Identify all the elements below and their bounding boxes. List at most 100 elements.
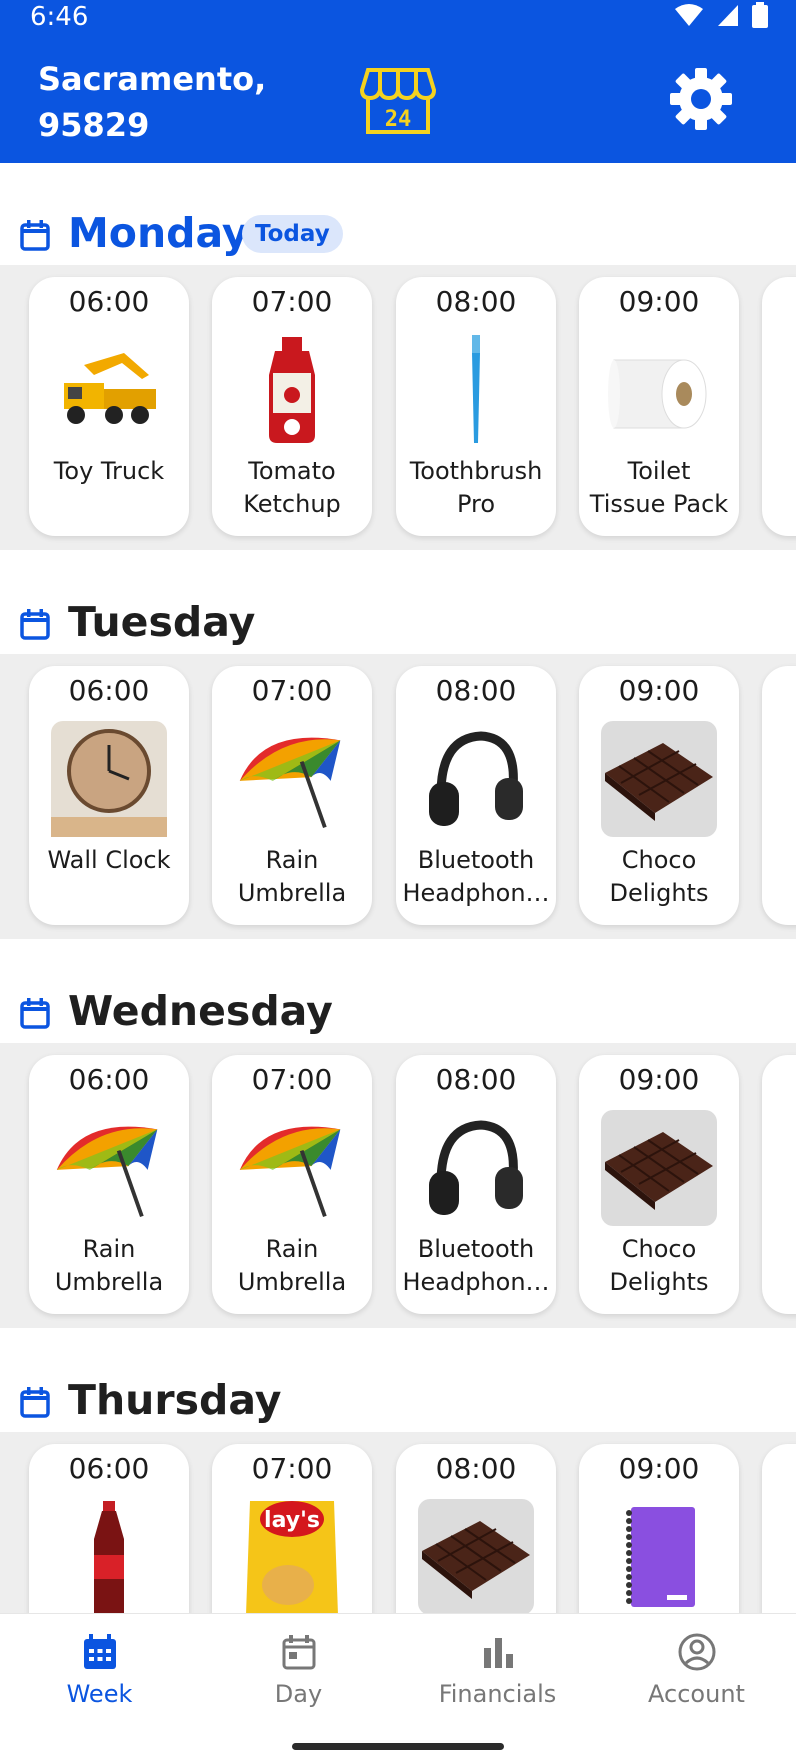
card-time: 08:00 (435, 1063, 517, 1096)
card-name-line2: Delights (609, 879, 709, 907)
day-title: Thursday (68, 1376, 282, 1424)
card-name-line1: Choco (621, 846, 697, 874)
calendar-icon (20, 608, 50, 644)
card-product-name: Wall Clock (35, 844, 183, 877)
card-name-line1: Choco (621, 1235, 697, 1263)
product-carousel-monday[interactable]: 06:00 Toy Truck 07:00 Tomato Ketchup 08:00 Too… (0, 265, 796, 550)
product-card[interactable]: 07:00 Rain Umbrella (212, 666, 372, 925)
store-24-icon[interactable]: 24 (359, 66, 437, 140)
calendar-icon (20, 997, 50, 1033)
product-card[interactable]: 08:00 (396, 1444, 556, 1613)
card-name-line1: Tomato (248, 457, 336, 485)
chocolate-bar-icon (601, 721, 717, 837)
card-product-name: Tomato Ketchup (218, 455, 366, 521)
product-card[interactable]: 06:00 Toy Truck (29, 277, 189, 536)
product-card[interactable]: 07:00 Rain Umbrella (212, 1055, 372, 1314)
card-name-line2: Delights (609, 1268, 709, 1296)
product-card[interactable]: 09:00 Choco Delights (579, 666, 739, 925)
card-time: 07:00 (251, 1063, 333, 1096)
day-header-thursday: Thursday (0, 1374, 796, 1434)
card-name-line1: Bluetooth (417, 1235, 535, 1263)
product-card[interactable]: 08:00 Bluetooth Headphon… (396, 1055, 556, 1314)
headphones-icon (418, 721, 534, 837)
card-name-line1: Toothbrush (409, 457, 543, 485)
nav-week[interactable]: Week (0, 1632, 199, 1708)
product-card[interactable]: 06:00 Rain Umbrella (29, 1055, 189, 1314)
card-time: 08:00 (435, 1452, 517, 1485)
card-product-name: Choco Delights (585, 1233, 733, 1299)
card-product-name: Bluetooth Headphon… (402, 844, 550, 910)
card-name-line2: Umbrella (237, 1268, 347, 1296)
card-name-line2: Pro (456, 490, 496, 518)
card-name-line2: Headphon… (402, 1268, 550, 1296)
card-time: 06:00 (68, 1452, 150, 1485)
card-product-name: Rain Umbrella (218, 844, 366, 910)
card-product-name: Toy Truck (35, 455, 183, 488)
card-time: 09:00 (618, 1063, 700, 1096)
product-carousel-wednesday[interactable]: 06:00 Rain Umbrella 07:00 Rain Umbrella 08:00 B… (0, 1043, 796, 1328)
app-header: 6:46 Sacramento, 95829 24 (0, 0, 796, 163)
product-card[interactable]: 06:00 Wall Clock (29, 666, 189, 925)
status-icons (674, 2, 768, 28)
product-card-partial[interactable] (762, 1444, 796, 1613)
product-card[interactable]: 08:00 Bluetooth Headphon… (396, 666, 556, 925)
calendar-icon (20, 1386, 50, 1422)
card-time: 06:00 (68, 285, 150, 318)
nav-day[interactable]: Day (199, 1632, 398, 1708)
card-name-line1: Toy Truck (53, 457, 165, 485)
product-card-partial[interactable] (762, 666, 796, 925)
week-list[interactable]: Monday Today 06:00 Toy Truck 07:00 Tomato Ketc… (0, 163, 796, 1613)
card-time: 08:00 (435, 674, 517, 707)
nav-account[interactable]: Account (597, 1632, 796, 1708)
product-card[interactable]: 09:00 Choco Delights (579, 1055, 739, 1314)
nav-day-label: Day (274, 1680, 323, 1708)
calendar-icon (20, 219, 50, 255)
day-title: Wednesday (68, 987, 333, 1035)
card-time: 06:00 (68, 1063, 150, 1096)
settings-button[interactable] (668, 66, 734, 136)
umbrella-icon (51, 1110, 167, 1226)
account-circle-icon (678, 1633, 715, 1671)
card-name-line1: Toilet (627, 457, 691, 485)
nav-financials[interactable]: Financials (398, 1632, 597, 1708)
gesture-home-bar[interactable] (292, 1743, 504, 1750)
toilet-paper-icon (601, 332, 717, 448)
product-card[interactable]: 09:00 (579, 1444, 739, 1613)
card-name-line2: Tissue Pack (589, 490, 729, 518)
product-card[interactable]: 07:00 lay's (212, 1444, 372, 1613)
product-card[interactable]: 08:00 Toothbrush Pro (396, 277, 556, 536)
product-card-partial[interactable] (762, 277, 796, 536)
card-name-line1: Wall Clock (47, 846, 171, 874)
card-name-line2: Headphon… (402, 879, 550, 907)
location-city: Sacramento, (38, 60, 267, 98)
card-product-name: Toilet Tissue Pack (585, 455, 733, 521)
product-card-partial[interactable] (762, 1055, 796, 1314)
location-label[interactable]: Sacramento, 95829 (38, 56, 266, 148)
today-badge: Today (242, 215, 343, 253)
chips-bag-icon: lay's (234, 1499, 350, 1613)
card-time: 06:00 (68, 674, 150, 707)
card-product-name: Choco Delights (585, 844, 733, 910)
product-card[interactable]: 07:00 Tomato Ketchup (212, 277, 372, 536)
ketchup-bottle-icon (234, 332, 350, 448)
day-header-tuesday: Tuesday (0, 596, 796, 656)
bar-chart-icon (483, 1638, 513, 1668)
card-name-line2: Ketchup (243, 490, 341, 518)
toothbrush-icon (418, 332, 534, 448)
product-card[interactable]: 09:00 Toilet Tissue Pack (579, 277, 739, 536)
product-carousel-thursday[interactable]: 06:00 07:00 lay's 08:00 09:00 (0, 1432, 796, 1613)
nav-week-label: Week (66, 1680, 133, 1708)
card-product-name: Rain Umbrella (218, 1233, 366, 1299)
svg-text:24: 24 (385, 107, 412, 132)
chocolate-bar-icon (418, 1499, 534, 1613)
card-name-line2: Umbrella (54, 1268, 164, 1296)
day-header-wednesday: Wednesday (0, 985, 796, 1045)
umbrella-icon (234, 1110, 350, 1226)
product-carousel-tuesday[interactable]: 06:00 Wall Clock 07:00 Rain Umbrella 08:00 Blu… (0, 654, 796, 939)
product-card[interactable]: 06:00 (29, 1444, 189, 1613)
headphones-icon (418, 1110, 534, 1226)
card-name-line1: Rain (265, 1235, 319, 1263)
day-title: Tuesday (68, 598, 256, 646)
card-name-line1: Rain (265, 846, 319, 874)
card-time: 09:00 (618, 674, 700, 707)
